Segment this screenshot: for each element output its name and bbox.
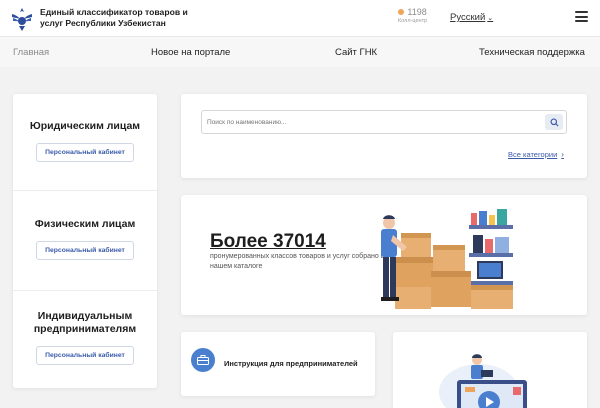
phone-icon: [398, 9, 405, 15]
personal-cabinet-button[interactable]: Персональный кабинет: [36, 241, 134, 260]
language-select[interactable]: Русский ⌄: [450, 12, 493, 23]
chevron-down-icon: ⌄: [487, 14, 494, 22]
search-icon: [549, 117, 559, 127]
video-card[interactable]: [393, 332, 587, 408]
stats-card: Более 37014 пронумерованных классов това…: [181, 195, 587, 315]
call-center-number: 1198: [407, 7, 427, 17]
segment-title: Индивидуальным предпринимателям: [13, 310, 157, 336]
briefcase-icon: [191, 348, 215, 372]
language-label: Русский: [450, 12, 486, 23]
call-center-label: Колл-центр: [398, 18, 428, 24]
segment-legal: Юридическим лицам Персональный кабинет: [13, 120, 157, 162]
divider: [13, 290, 157, 291]
search-button[interactable]: [545, 114, 563, 130]
chevron-right-icon: ›: [561, 150, 564, 159]
segment-title: Юридическим лицам: [29, 120, 141, 132]
stats-number: Более 37014: [210, 231, 326, 252]
site-title[interactable]: Единый классификатор товаров и услуг Рес…: [40, 7, 188, 28]
nav-item-home[interactable]: Главная: [13, 47, 49, 58]
personal-cabinet-button[interactable]: Персональный кабинет: [36, 143, 134, 162]
video-tutorial-illustration: [439, 354, 527, 408]
menu-icon[interactable]: [575, 11, 588, 22]
segment-title-line1: Индивидуальным: [37, 310, 133, 322]
main-nav: Главная Новое на портале Сайт ГНК Технич…: [0, 36, 600, 67]
segment-title: Физическим лицам: [34, 218, 136, 230]
instructions-card[interactable]: Инструкция для предпринимателей: [181, 332, 375, 396]
all-categories-link[interactable]: Все категории ›: [508, 150, 564, 159]
nav-item-gnk[interactable]: Сайт ГНК: [335, 47, 377, 58]
logo-icon[interactable]: [9, 6, 35, 32]
segment-entrepreneur: Индивидуальным предпринимателям Персонал…: [13, 310, 157, 365]
instructions-label: Инструкция для предпринимателей: [224, 359, 358, 368]
search-input[interactable]: [201, 110, 567, 134]
stats-description: пронумерованных классов товаров и услуг …: [210, 253, 385, 270]
segment-individual: Физическим лицам Персональный кабинет: [13, 218, 157, 260]
all-categories-label: Все категории: [508, 150, 558, 159]
search-card: Все категории ›: [181, 94, 587, 178]
header: Единый классификатор товаров и услуг Рес…: [0, 0, 600, 36]
user-type-panel: Юридическим лицам Персональный кабинет Ф…: [13, 94, 157, 388]
warehouse-boxes-illustration: [381, 209, 513, 309]
nav-item-support[interactable]: Техническая поддержка: [479, 47, 585, 58]
site-title-line1: Единый классификатор товаров и: [40, 7, 188, 17]
call-center[interactable]: 1198 Колл-центр: [398, 7, 427, 24]
segment-title-line2: предпринимателям: [33, 323, 137, 335]
divider: [13, 190, 157, 191]
nav-item-news[interactable]: Новое на портале: [151, 47, 230, 58]
site-title-line2: услуг Республики Узбекистан: [40, 17, 166, 28]
personal-cabinet-button[interactable]: Персональный кабинет: [36, 346, 134, 365]
